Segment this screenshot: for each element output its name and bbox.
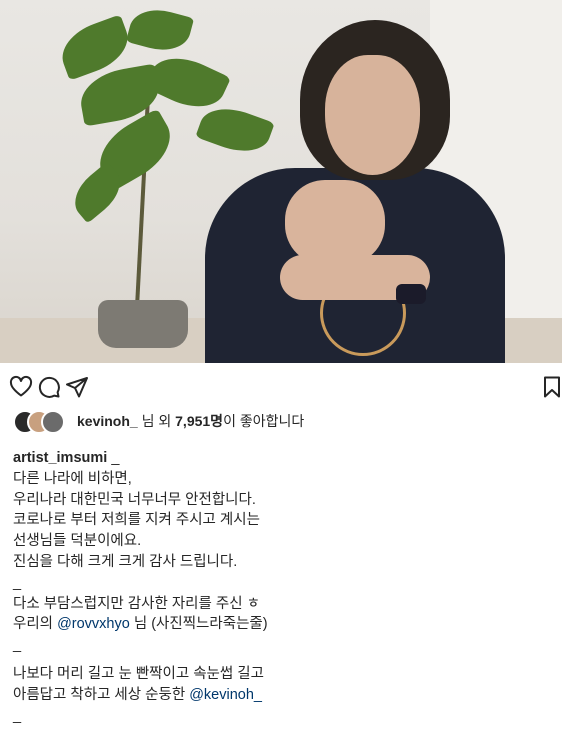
wrist-watch (396, 284, 426, 304)
avatar (41, 410, 65, 434)
caption-separator: _ (13, 574, 22, 591)
comment-icon[interactable] (37, 375, 61, 399)
plant-leaf (125, 2, 195, 58)
caption-gap (13, 656, 549, 664)
caption-line: 다른 나라에 비하면, (13, 470, 132, 487)
caption-separator: _ (13, 707, 22, 724)
caption-text: 님 (사진찍느라죽는줄) (129, 616, 268, 633)
mention-link[interactable]: @kevinoh_ (189, 687, 262, 703)
share-icon[interactable] (65, 375, 89, 399)
likes-suffix: 이 좋아합니다 (223, 413, 305, 429)
person-face (325, 55, 420, 175)
post-caption: artist_imsumi _ 다른 나라에 비하면, 우리나라 대한민국 너무… (0, 435, 562, 726)
caption-separator: _ (13, 637, 22, 654)
heart-icon[interactable] (9, 375, 33, 399)
likes-count[interactable]: 7,951명 (175, 413, 223, 429)
caption-username-suffix: _ (107, 450, 120, 466)
caption-text: 아름답고 착하고 세상 순둥한 (13, 686, 190, 703)
caption-line: 나보다 머리 길고 눈 빤짝이고 속눈썹 길고 (13, 665, 264, 682)
mention-link[interactable]: @rovvxhyo (57, 616, 130, 632)
post-photo[interactable] (0, 0, 562, 363)
caption-line: 진심을 다해 크게 크게 감사 드립니다. (13, 553, 238, 570)
plant-leaf (144, 46, 231, 119)
caption-text: 우리의 (13, 616, 58, 633)
caption-line: 우리나라 대한민국 너무너무 안전합니다. (13, 491, 256, 508)
likes-summary[interactable]: kevinoh_ 님 외 7,951명이 좋아합니다 (0, 407, 562, 435)
person-hand (285, 180, 385, 265)
liker-avatars (13, 410, 73, 434)
plant-leaf (195, 99, 275, 161)
likes-middle: 님 외 (137, 413, 176, 429)
caption-line: 다소 부담스럽지만 감사한 자리를 주신 ㅎ (13, 595, 260, 612)
liker-name[interactable]: kevinoh_ (77, 413, 138, 429)
likes-text: kevinoh_ 님 외 7,951명이 좋아합니다 (77, 411, 304, 431)
plant-pot (98, 300, 188, 348)
post-actions (0, 363, 562, 407)
caption-username[interactable]: artist_imsumi (13, 450, 107, 466)
caption-line: 코로나로 부터 저희를 지켜 주시고 계시는 (13, 512, 260, 529)
bookmark-icon[interactable] (540, 375, 562, 399)
caption-line: 선생님들 덕분이에요. (13, 533, 142, 550)
